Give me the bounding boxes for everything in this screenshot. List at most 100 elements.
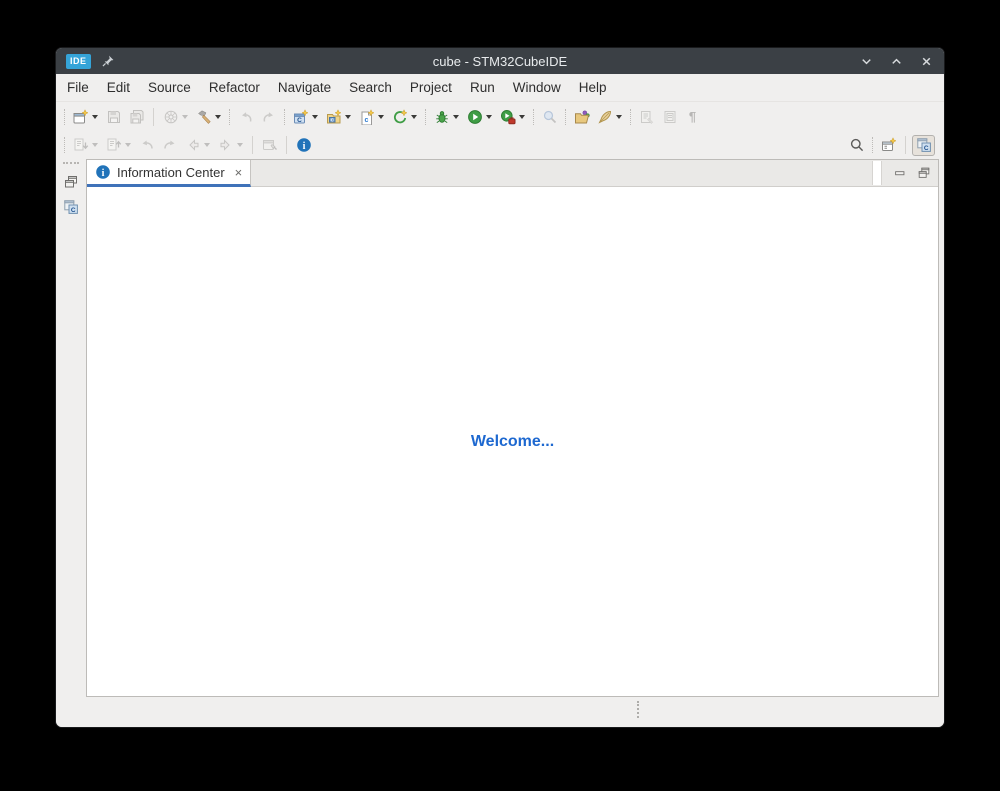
new-launch-config-button[interactable]: [389, 106, 420, 127]
pilcrow-icon: ¶: [688, 109, 697, 124]
dropdown-arrow-icon[interactable]: [453, 114, 459, 119]
window-close-button[interactable]: [918, 53, 934, 69]
minimized-view-strip: C: [56, 159, 86, 697]
menu-help[interactable]: Help: [570, 76, 616, 99]
run-button[interactable]: [464, 106, 495, 127]
new-wizard-icon: [72, 108, 89, 125]
new-c-file-button[interactable]: c: [356, 106, 387, 127]
annotate-button[interactable]: [594, 106, 625, 127]
doc-edit-icon: [638, 108, 655, 125]
pin-editor-button: [259, 135, 280, 156]
tab-close-button[interactable]: ×: [235, 166, 243, 179]
close-x-icon: [919, 54, 934, 69]
open-perspective-button[interactable]: [878, 135, 899, 156]
app-logo: IDE: [66, 53, 91, 69]
dropdown-arrow-icon[interactable]: [345, 114, 351, 119]
toolbar-separator: [64, 108, 65, 125]
restore-view-icon: [63, 174, 79, 190]
cpp-perspective-button[interactable]: C: [912, 134, 935, 156]
mark-occurrences-button: [636, 106, 657, 127]
dropdown-arrow-icon[interactable]: [519, 114, 525, 119]
window-minimize-button[interactable]: [858, 53, 874, 69]
dropdown-arrow-icon[interactable]: [411, 114, 417, 119]
save-all-button: [126, 106, 147, 127]
menu-run[interactable]: Run: [461, 76, 504, 99]
minimize-view-icon: [893, 166, 907, 180]
debug-button[interactable]: [431, 106, 462, 127]
tabstrip-spacer: [251, 160, 872, 186]
c-search-icon: [541, 108, 558, 125]
forward-curved-icon: [161, 137, 178, 154]
editor-frame: i Information Center × Welcome...: [86, 159, 939, 697]
information-center-button[interactable]: i: [293, 135, 314, 156]
window-titlebar[interactable]: IDE cube - STM32CubeIDE: [56, 48, 944, 74]
chevron-down-icon: [859, 54, 874, 69]
back-curved-icon: [138, 137, 155, 154]
stm32cubeide-window: IDE cube - STM32CubeIDE File Edit Source Re…: [55, 47, 945, 728]
new-button[interactable]: [70, 106, 101, 127]
dropdown-arrow-icon[interactable]: [486, 114, 492, 119]
external-tools-button[interactable]: [497, 106, 528, 127]
menu-refactor[interactable]: Refactor: [200, 76, 269, 99]
new-stm32-project-button[interactable]: C: [290, 106, 321, 127]
dropdown-arrow-icon[interactable]: [616, 114, 622, 119]
perspective-new-icon: [880, 137, 897, 154]
open-element-button[interactable]: [571, 106, 592, 127]
menu-project[interactable]: Project: [401, 76, 461, 99]
menu-source[interactable]: Source: [139, 76, 200, 99]
back-arrow-icon: [184, 137, 201, 154]
window-maximize-button[interactable]: [888, 53, 904, 69]
new-project-button[interactable]: C: [323, 106, 354, 127]
menu-window[interactable]: Window: [504, 76, 570, 99]
menu-edit[interactable]: Edit: [98, 76, 139, 99]
svg-text:i: i: [302, 141, 305, 152]
toolbar-separator: [425, 108, 426, 125]
info-icon: i: [295, 137, 312, 154]
tab-information-center[interactable]: i Information Center ×: [87, 160, 252, 187]
toolbar-separator: [533, 108, 534, 125]
save-button: [103, 106, 124, 127]
dropdown-arrow-icon[interactable]: [312, 114, 318, 119]
toolbar-separator: [565, 108, 566, 125]
search-icon: [848, 137, 865, 154]
dropdown-arrow-icon: [204, 143, 210, 147]
toolbar-separator: [284, 108, 285, 125]
launch-new-icon: [391, 108, 408, 125]
back-button: [182, 135, 213, 156]
toolbar-separator: [286, 136, 287, 154]
pin-icon[interactable]: [101, 54, 115, 68]
dropdown-arrow-icon[interactable]: [215, 114, 221, 119]
open-element-icon: [573, 108, 590, 125]
debug-bug-icon: [433, 108, 450, 125]
minimize-view-button[interactable]: [890, 160, 910, 186]
menu-navigate[interactable]: Navigate: [269, 76, 340, 99]
find-actions-button[interactable]: [846, 135, 867, 156]
toolbar-separator: [905, 136, 906, 154]
chevron-up-icon: [889, 54, 904, 69]
dropdown-arrow-icon[interactable]: [92, 114, 98, 119]
redo-curved-icon: [260, 108, 277, 125]
build-button[interactable]: [193, 106, 224, 127]
restore-views-button[interactable]: [61, 172, 81, 192]
wheel-icon: [162, 108, 179, 125]
statusbar: [56, 697, 944, 727]
navigation-toolbar-right: C: [845, 134, 936, 156]
navigation-toolbar-left: i: [60, 135, 315, 156]
dropdown-arrow-icon[interactable]: [378, 114, 384, 119]
external-tools-icon: [499, 108, 516, 125]
hammer-icon: [195, 108, 212, 125]
view-toolbar-placeholder: [872, 161, 882, 185]
c-file-new-icon: c: [358, 108, 375, 125]
menu-search[interactable]: Search: [340, 76, 401, 99]
feather-icon: [596, 108, 613, 125]
menu-file[interactable]: File: [58, 76, 98, 99]
view-stack-drag-handle[interactable]: [63, 162, 79, 167]
maximize-view-button[interactable]: [914, 160, 934, 186]
minimized-cpp-view-button[interactable]: C: [61, 197, 81, 217]
show-whitespace-button: ¶: [682, 106, 703, 127]
build-all-button: [160, 106, 191, 127]
save-icon: [105, 108, 122, 125]
previous-annotation-button: [103, 135, 134, 156]
status-sash-handle[interactable]: [637, 701, 639, 718]
svg-text:c: c: [364, 117, 368, 124]
